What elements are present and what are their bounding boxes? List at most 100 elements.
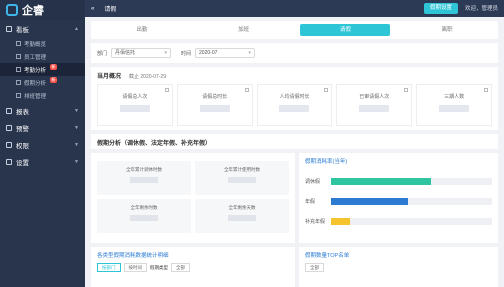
user-menu[interactable]: 欢迎，管理员 — [465, 4, 498, 12]
rate-row: 补充年假 — [305, 211, 492, 231]
stat-card: 请假总人次 — [97, 84, 173, 126]
rate-track — [331, 197, 492, 205]
sidebar: 企睿 看板 ▲ 考勤概览 员工管理 考勤分析新 假期分析新 排班管理 报表 ▼ 预警… — [0, 0, 85, 287]
mini-stat-value — [130, 215, 158, 221]
stat-value — [119, 105, 150, 112]
stat-value — [279, 105, 310, 112]
list-icon — [16, 54, 21, 59]
mini-stat: 全年剩余时数 — [97, 199, 191, 233]
rate-track — [331, 177, 492, 185]
section-label: 设置 — [16, 159, 29, 167]
chevron-down-icon: ▼ — [74, 141, 79, 148]
mini-stat: 全年累计使用时数 — [195, 161, 289, 195]
rate-label: 补充年假 — [305, 218, 326, 225]
overview-card: 当月概况 截止 2020-07-29 请假总人次 请假总时长 人均请假时长 已审请… — [91, 67, 498, 130]
leave-settings-button[interactable]: 假期设置 — [423, 3, 458, 14]
mini-stat-label: 全年剩余时数 — [130, 205, 158, 210]
info-icon[interactable] — [324, 88, 329, 92]
chevron-up-icon: ▲ — [74, 25, 79, 32]
tab-attendance[interactable]: 出勤 — [97, 24, 187, 36]
stat-card: 三期人数 — [416, 84, 492, 126]
menu-toggle-icon[interactable]: « — [91, 6, 94, 12]
new-badge: 新 — [50, 77, 57, 83]
sidebar-section-reports[interactable]: 报表 ▼ — [0, 102, 85, 119]
mini-stat-label: 全年剩余天数 — [228, 205, 256, 210]
sidebar-section-permissions[interactable]: 权限 ▼ — [0, 136, 85, 153]
logo-icon — [6, 4, 18, 16]
rate-label: 年假 — [305, 198, 316, 205]
overview-heading: 当月概况 截止 2020-07-29 — [97, 71, 492, 80]
rate-fill — [331, 217, 351, 225]
rate-fill — [331, 177, 431, 185]
dept-select[interactable]: 丹佰信托 — [111, 48, 172, 58]
sidebar-section-settings[interactable]: 设置 ▼ — [0, 153, 85, 170]
sidebar-item-leave[interactable]: 假期分析新 — [0, 76, 85, 89]
topbar: « 请假 假期设置 欢迎，管理员 — [85, 0, 504, 17]
rate-row: 调休假 — [305, 171, 492, 191]
tab-leave[interactable]: 请假 — [300, 24, 391, 36]
top-list-panel: 假期数量TOP名单 全部 — [299, 247, 498, 287]
by-dept-button[interactable]: 按部门 — [97, 263, 121, 272]
info-icon[interactable] — [483, 88, 488, 92]
stat-label: 请假总人次 — [122, 94, 148, 100]
rate-track — [331, 217, 492, 225]
mini-stat-value — [228, 215, 256, 221]
sidebar-item-label: 排班管理 — [24, 93, 47, 100]
chevron-down-icon: ▼ — [74, 158, 79, 165]
sidebar-item-attendance[interactable]: 考勤分析新 — [0, 63, 85, 76]
overview-title: 当月概况 — [97, 74, 122, 80]
leave-type-select[interactable]: 全部 — [171, 263, 190, 272]
rate-fill — [331, 197, 409, 205]
stat-card: 请假总时长 — [176, 84, 253, 126]
breadcrumb: 请假 — [104, 7, 117, 13]
top-list-select[interactable]: 全部 — [305, 263, 324, 272]
mini-stat-value — [130, 177, 158, 183]
filter-bar: 部门 丹佰信托 时间 2020-07 — [91, 43, 498, 63]
analysis-heading-card: 假期分析（调休假、法定年假、补充年假） — [91, 134, 498, 149]
info-icon[interactable] — [404, 88, 409, 92]
chevron-down-icon: ▼ — [74, 107, 79, 114]
stat-label: 人均请假时长 — [279, 94, 310, 100]
rate-title: 假期消耗率(当年) — [305, 159, 348, 165]
rate-row: 年假 — [305, 191, 492, 211]
stat-value — [359, 105, 390, 112]
time-select[interactable]: 2020-07 — [195, 48, 256, 58]
main-content: 出勤 加班 请假 离职 部门 丹佰信托 时间 2020-07 当月概况 截止 20… — [85, 17, 504, 287]
sidebar-item-label: 考勤概览 — [24, 41, 47, 48]
mini-stat-label: 全年累计调休时数 — [126, 167, 162, 172]
sidebar-item-staff[interactable]: 员工管理 — [0, 50, 85, 63]
calendar-icon — [16, 80, 21, 85]
mini-stat: 全年剩余天数 — [195, 199, 289, 233]
top-list-title: 假期数量TOP名单 — [305, 253, 350, 259]
report-icon — [6, 107, 12, 114]
overview-date: 截止 2020-07-29 — [129, 74, 166, 80]
mini-stat: 全年累计调休时数 — [97, 161, 191, 195]
detail-panel: 各类型假期消耗数据统计明细 按部门 按时间 假期类型 全部 — [91, 247, 295, 287]
lock-icon — [6, 141, 12, 148]
stat-label: 三期人数 — [444, 94, 465, 100]
tab-resign[interactable]: 离职 — [402, 24, 492, 36]
section-label: 看板 — [16, 26, 29, 34]
tab-overtime[interactable]: 加班 — [199, 24, 289, 36]
stat-value — [439, 105, 470, 112]
sidebar-item-label: 假期分析 — [24, 80, 47, 87]
section-label: 报表 — [16, 108, 29, 116]
sidebar-item-overview[interactable]: 考勤概览 — [0, 37, 85, 50]
gear-icon — [6, 158, 12, 165]
sidebar-section-dashboard[interactable]: 看板 ▲ — [0, 20, 85, 37]
clock-icon — [16, 93, 21, 98]
detail-title: 各类型假期消耗数据统计明细 — [97, 253, 169, 259]
info-icon[interactable] — [244, 88, 249, 92]
sidebar-section-alerts[interactable]: 预警 ▼ — [0, 119, 85, 136]
by-time-button[interactable]: 按时间 — [123, 263, 147, 272]
sidebar-item-schedule[interactable]: 排班管理 — [0, 89, 85, 102]
info-icon[interactable] — [164, 88, 169, 92]
dept-label: 部门 — [97, 50, 108, 57]
stat-label: 已审请假人次 — [359, 94, 390, 100]
bell-icon — [6, 124, 12, 131]
chart-icon — [16, 67, 21, 72]
leave-hours-panel: 全年累计调休时数 全年累计使用时数 全年剩余时数 全年剩余天数 — [91, 153, 295, 243]
rate-label: 调休假 — [305, 178, 321, 185]
new-badge: 新 — [50, 64, 57, 70]
section-label: 预警 — [16, 125, 29, 133]
